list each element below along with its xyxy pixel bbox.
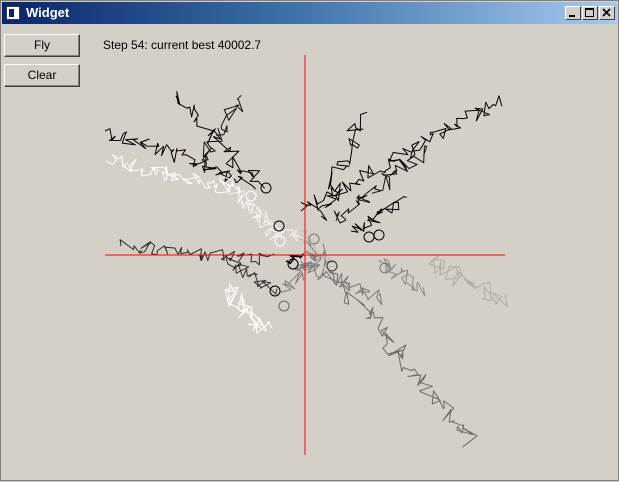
particle-trail: [350, 196, 408, 233]
particle-trail: [201, 95, 244, 167]
plot-canvas: [104, 55, 508, 455]
close-button[interactable]: [599, 6, 615, 20]
particle-marker: [363, 231, 375, 243]
window-title: Widget: [26, 5, 70, 20]
status-text: Step 54: current best 40002.7: [103, 38, 262, 52]
particle-trail: [300, 260, 383, 306]
particle-trail: [428, 255, 508, 307]
particle-marker: [245, 190, 257, 202]
particle-marker: [308, 233, 320, 245]
particle-marker: [274, 235, 286, 247]
close-icon: [602, 8, 611, 17]
minimize-icon: [569, 15, 575, 17]
app-icon[interactable]: [6, 6, 20, 20]
particle-trail: [299, 230, 338, 269]
particle-marker: [273, 220, 285, 232]
particle-trail: [218, 175, 284, 241]
particle-marker: [278, 300, 290, 312]
maximize-button[interactable]: [582, 6, 598, 20]
particle-trail: [240, 198, 305, 242]
minimize-button[interactable]: [565, 6, 581, 20]
maximize-icon: [585, 8, 594, 17]
particle-trail: [104, 128, 257, 190]
particle-marker: [379, 262, 391, 274]
particle-trail: [224, 283, 273, 334]
app-window: Widget Fly Clear Step 54: current best 4…: [0, 0, 619, 481]
particle-trail: [175, 91, 265, 189]
particle-marker: [269, 285, 281, 297]
particle-trail: [105, 154, 241, 198]
particle-trail: [280, 242, 327, 293]
particle-trail: [119, 239, 275, 266]
particle-trail: [300, 95, 503, 212]
particle-marker: [373, 229, 385, 241]
particle-trail: [225, 255, 278, 295]
particle-trail: [317, 111, 368, 221]
particle-trail: [306, 241, 478, 448]
particle-trail: [285, 253, 305, 265]
fly-button[interactable]: Fly: [4, 34, 80, 57]
particle-trail: [378, 258, 426, 297]
particle-marker: [326, 260, 338, 272]
clear-button[interactable]: Clear: [4, 64, 80, 87]
particle-marker: [260, 182, 272, 194]
particle-trail: [333, 145, 428, 224]
particle-marker: [287, 258, 299, 270]
title-bar[interactable]: Widget: [2, 2, 617, 24]
